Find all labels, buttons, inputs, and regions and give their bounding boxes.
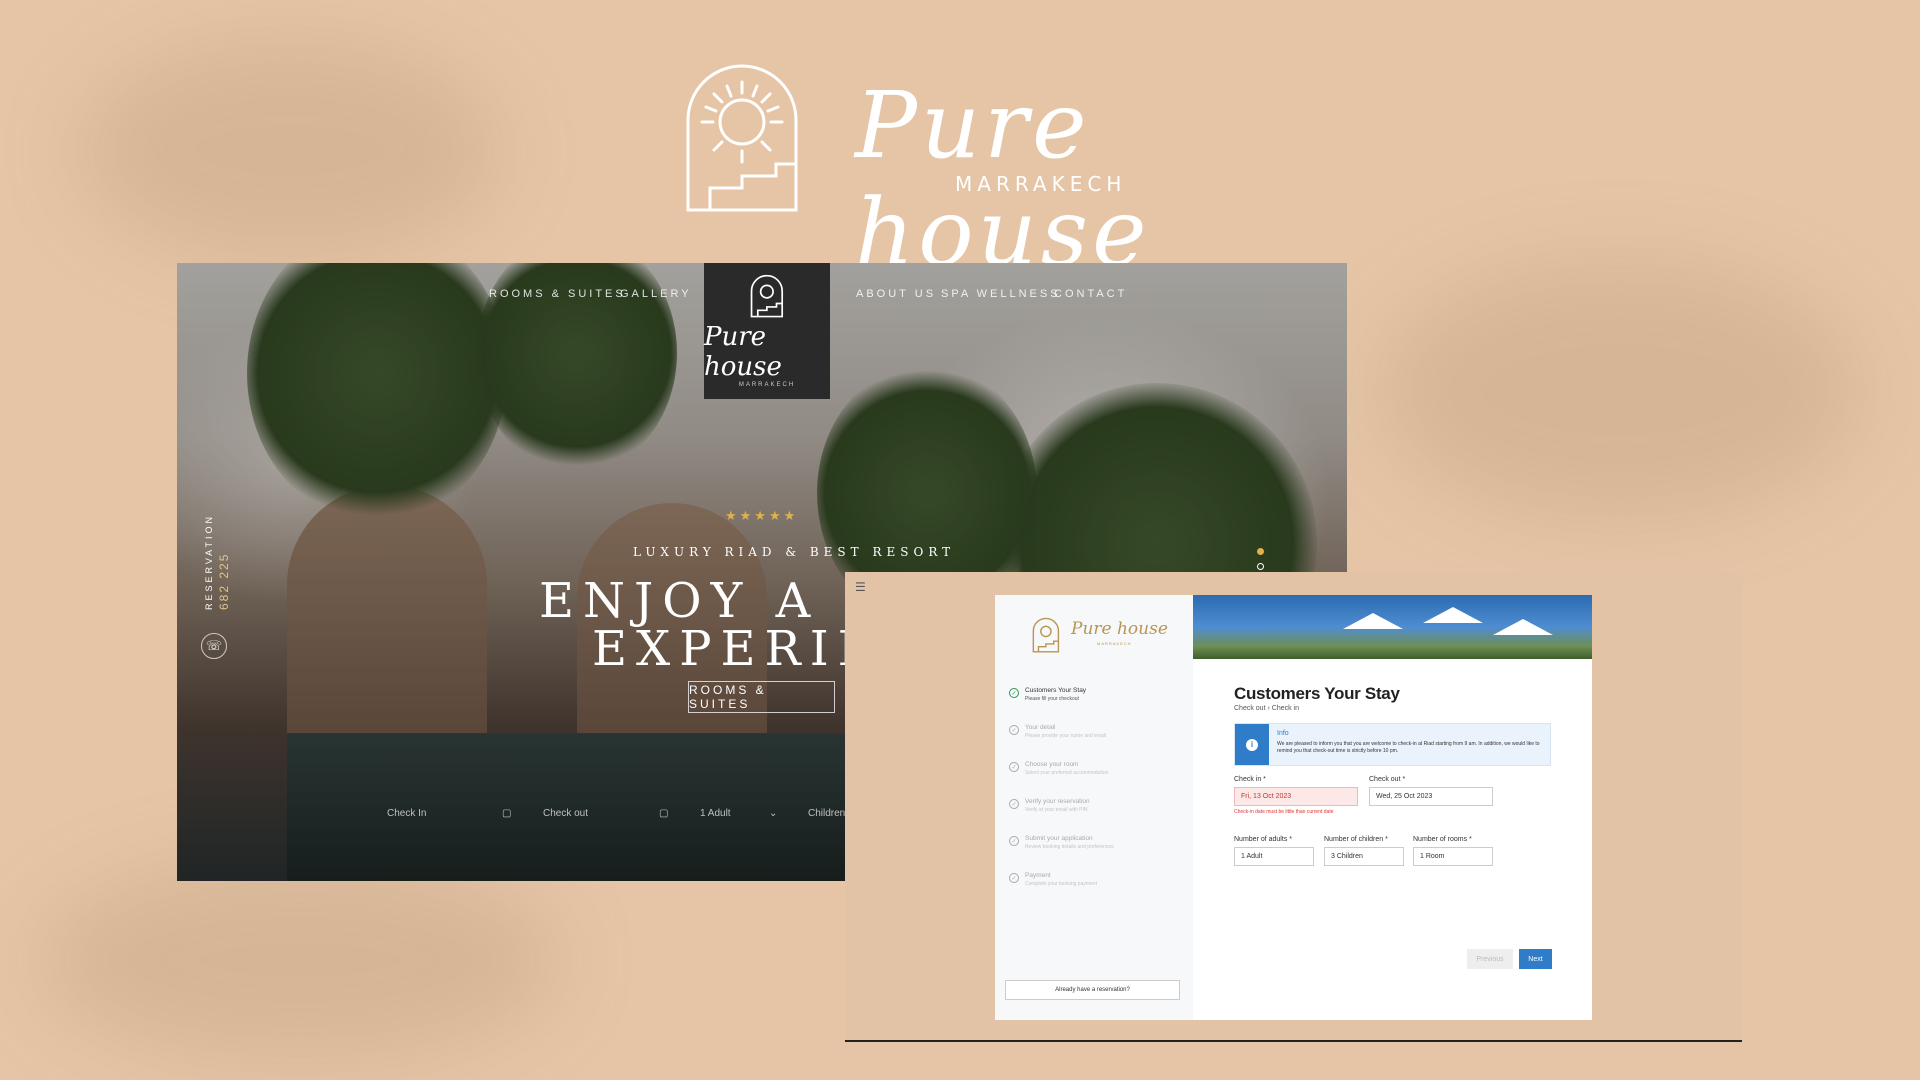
check-circle-icon: ✓ (1009, 873, 1019, 883)
info-title: Info (1277, 730, 1289, 737)
previous-button[interactable]: Previous (1467, 949, 1513, 969)
leaf-shadow (40, 860, 560, 1060)
check-circle-icon: ✓ (1009, 725, 1019, 735)
step-title: Choose your room (1025, 761, 1079, 768)
umbrella-shape (1493, 619, 1553, 635)
booking-form: Customers Your Stay Check out › Check in… (1193, 659, 1592, 1020)
booking-children[interactable]: Children (808, 808, 845, 819)
steps-list: ✓ Customers Your Stay Please fill your c… (1009, 687, 1184, 909)
check-circle-icon: ✓ (1009, 762, 1019, 772)
check-circle-icon: ✓ (1009, 799, 1019, 809)
booking-bar: Check In ▢ Check out ▢ 1 Adult ⌄ Childre… (177, 808, 877, 828)
nav-gallery[interactable]: GALLERY (620, 288, 692, 300)
step-title: Payment (1025, 872, 1051, 879)
phone-icon[interactable]: ☏ (201, 633, 227, 659)
step-subtitle: Select your preferred accommodation (1025, 770, 1109, 776)
check-circle-icon: ✓ (1009, 836, 1019, 846)
step-title: Verify your reservation (1025, 798, 1090, 805)
booking-app-screenshot: ☰ Pure house MARRAKECH ✓ Customers Your … (845, 572, 1742, 1042)
info-icon: i (1246, 738, 1258, 751)
step-choose-room[interactable]: ✓ Choose your room Select your preferred… (1009, 761, 1184, 798)
booking-logo: Pure house MARRAKECH (1031, 617, 1171, 657)
booking-logo-city: MARRAKECH (1097, 641, 1132, 646)
rooms-label: Number of rooms * (1413, 836, 1472, 843)
booking-card: Pure house MARRAKECH ✓ Customers Your St… (995, 595, 1592, 1020)
step-subtitle: Please fill your checkout (1025, 696, 1079, 702)
step-title: Customers Your Stay (1025, 687, 1087, 694)
checkin-field[interactable]: Fri, 13 Oct 2023 (1234, 787, 1358, 806)
step-submit-application[interactable]: ✓ Submit your application Review booking… (1009, 835, 1184, 872)
step-subtitle: Verify at your email with PIN (1025, 807, 1088, 813)
brand-city: MARRAKECH (955, 172, 1127, 196)
sun-arch-logo-icon (750, 274, 784, 318)
menu-icon[interactable]: ☰ (855, 580, 866, 594)
step-subtitle: Complete your booking payment (1025, 881, 1097, 887)
reservation-phone[interactable]: 682 225 (217, 553, 231, 610)
calendar-icon: ▢ (659, 808, 669, 819)
rooms-suites-button[interactable]: ROOMS & SUITES (688, 681, 835, 713)
children-label: Number of children * (1324, 836, 1388, 843)
hero-tagline: LUXURY RIAD & BEST RESORT (633, 545, 956, 559)
booking-logo-name: Pure house (1071, 619, 1168, 639)
booking-checkin[interactable]: Check In (387, 808, 426, 819)
step-title: Your detail (1025, 724, 1056, 731)
nav-about-us[interactable]: ABOUT US (856, 288, 936, 300)
umbrella-shape (1423, 607, 1483, 623)
adults-field[interactable]: 1 Adult (1234, 847, 1314, 866)
already-have-reservation-button[interactable]: Already have a reservation? (1005, 980, 1180, 1000)
nav-rooms-suites[interactable]: ROOMS & SUITES (489, 288, 626, 300)
leaf-shadow (80, 40, 500, 260)
breadcrumb-item[interactable]: Check out (1234, 705, 1266, 712)
info-icon-panel: i (1235, 724, 1269, 765)
info-alert: i Info We are pleased to inform you that… (1234, 723, 1551, 766)
booking-adults[interactable]: 1 Adult (700, 808, 731, 819)
step-your-detail[interactable]: ✓ Your detail Please provide your name a… (1009, 724, 1184, 761)
step-title: Submit your application (1025, 835, 1093, 842)
checkin-error: Check-in date must be little than curren… (1234, 809, 1334, 815)
step-verify-reservation[interactable]: ✓ Verify your reservation Verify at your… (1009, 798, 1184, 835)
slider-dot[interactable] (1257, 563, 1264, 570)
site-logo-name: Pure house (704, 322, 782, 382)
calendar-icon: ▢ (502, 808, 512, 819)
checkin-label: Check in * (1234, 776, 1266, 783)
booking-checkout[interactable]: Check out (543, 808, 588, 819)
nav-spa-wellness[interactable]: SPA WELLNESS (941, 288, 1061, 300)
sun-arch-logo-icon (686, 64, 798, 212)
rating-stars: ★★★★★ (725, 508, 799, 523)
rooms-field[interactable]: 1 Room (1413, 847, 1493, 866)
next-button[interactable]: Next (1519, 949, 1552, 969)
resort-banner-image (1193, 595, 1592, 659)
step-customers-stay[interactable]: ✓ Customers Your Stay Please fill your c… (1009, 687, 1184, 724)
adults-label: Number of adults * (1234, 836, 1292, 843)
breadcrumb: Check out › Check in (1234, 705, 1299, 712)
steps-sidebar: Pure house MARRAKECH ✓ Customers Your St… (995, 595, 1193, 1020)
umbrella-shape (1343, 613, 1403, 629)
sun-arch-logo-icon (1032, 617, 1060, 653)
step-payment[interactable]: ✓ Payment Complete your booking payment (1009, 872, 1184, 909)
nav-contact[interactable]: CONTACT (1054, 288, 1127, 300)
chevron-down-icon: ⌄ (769, 808, 778, 819)
reservation-label: RESERVATION (204, 513, 214, 610)
checkout-field[interactable]: Wed, 25 Oct 2023 (1369, 787, 1493, 806)
leaf-shadow (1380, 260, 1860, 520)
form-title: Customers Your Stay (1234, 684, 1400, 703)
site-logo[interactable]: Pure house MARRAKECH (704, 263, 830, 399)
children-field[interactable]: 3 Children (1324, 847, 1404, 866)
breadcrumb-item[interactable]: Check in (1272, 705, 1299, 712)
checkout-label: Check out * (1369, 776, 1406, 783)
check-circle-icon: ✓ (1009, 688, 1019, 698)
brand-header: Pure house MARRAKECH (680, 60, 1240, 286)
step-subtitle: Review booking details and preferences (1025, 844, 1114, 850)
slider-dot[interactable] (1257, 548, 1264, 555)
site-logo-city: MARRAKECH (738, 382, 796, 388)
step-subtitle: Please provide your name and email (1025, 733, 1107, 739)
info-text: We are pleased to inform you that you ar… (1277, 741, 1540, 754)
